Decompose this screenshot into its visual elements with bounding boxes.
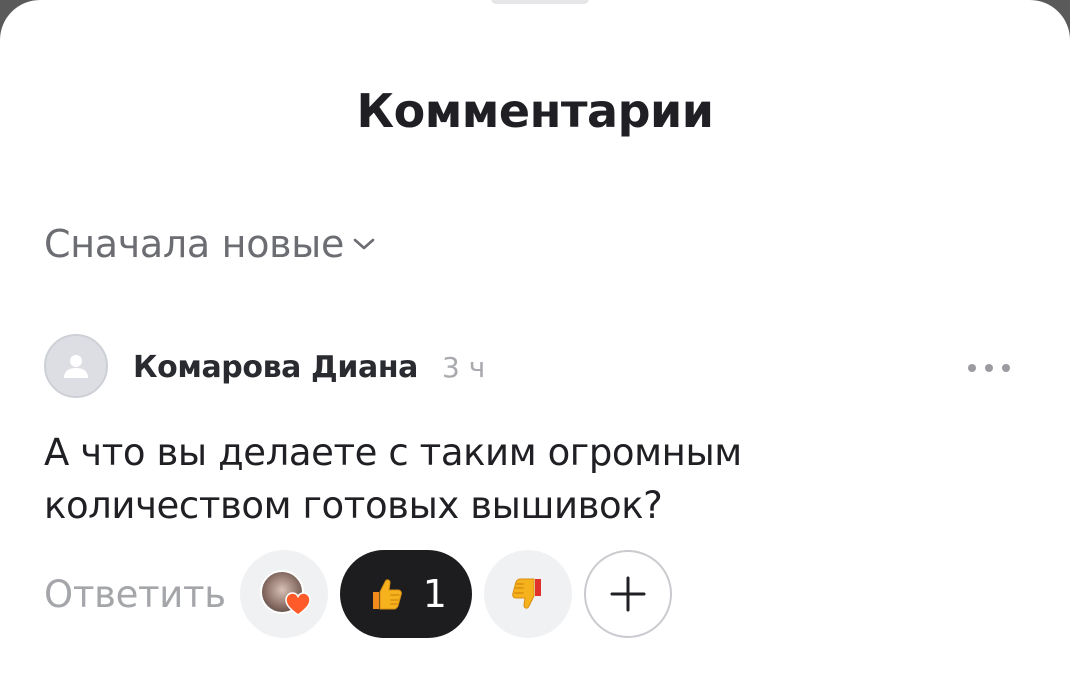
plus-icon: [610, 576, 646, 612]
drag-handle[interactable]: [491, 0, 589, 4]
comment-text: А что вы делаете с таким огромным количе…: [44, 431, 742, 527]
like-button[interactable]: 1: [339, 550, 472, 638]
reactor-avatar-button[interactable]: [239, 550, 328, 638]
comment-actions: Ответить 1: [44, 550, 672, 638]
add-reaction-button[interactable]: [583, 550, 672, 638]
comment-author[interactable]: Комарова Диана: [133, 350, 418, 385]
more-dots-icon[interactable]: [968, 356, 1010, 380]
chevron-down-icon: [352, 232, 376, 256]
comments-sheet: Комментарии Сначала новые Комарова Диана…: [0, 0, 1070, 679]
user-placeholder-icon: [64, 355, 88, 378]
sort-dropdown[interactable]: Сначала новые: [44, 222, 376, 266]
dislike-button[interactable]: [483, 550, 572, 638]
avatar[interactable]: [44, 334, 108, 398]
sheet-title: Комментарии: [356, 84, 714, 138]
heart-icon: [285, 592, 311, 616]
sort-label: Сначала новые: [44, 222, 345, 266]
thumbs-down-icon: [511, 578, 541, 609]
thumbs-up-icon: [372, 579, 402, 610]
like-count: 1: [422, 572, 447, 616]
comment-time: 3 ч: [442, 351, 486, 384]
reply-button[interactable]: Ответить: [44, 573, 226, 616]
